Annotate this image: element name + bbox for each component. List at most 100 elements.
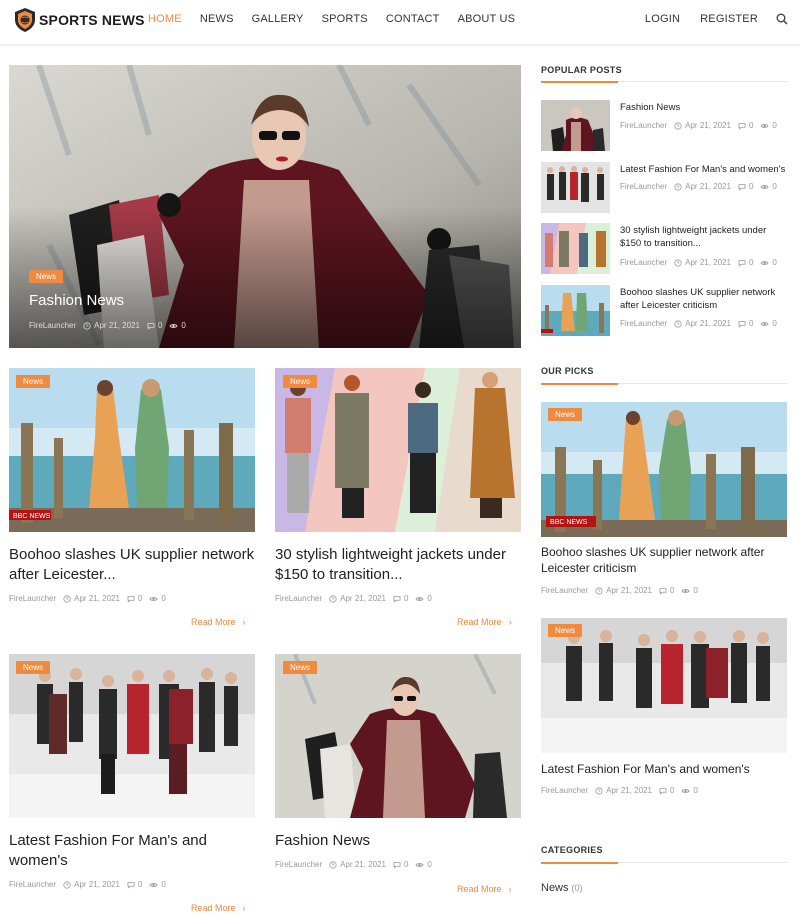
card-image[interactable]: [275, 654, 521, 818]
post-date: Apr 21, 2021: [685, 182, 731, 191]
pick-badge[interactable]: News: [548, 624, 583, 637]
popular-post-title[interactable]: Boohoo slashes UK supplier network after…: [620, 286, 788, 312]
register-link[interactable]: REGISTER: [700, 13, 758, 25]
login-link[interactable]: LOGIN: [645, 13, 680, 25]
clock-icon: [674, 122, 682, 130]
nav-contact[interactable]: CONTACT: [386, 13, 440, 25]
card-title[interactable]: Fashion News: [275, 831, 521, 851]
pick-meta: FireLauncher Apr 21, 2021 0 0: [541, 786, 698, 795]
popular-post-title[interactable]: 30 stylish lightweight jackets under $15…: [620, 224, 780, 250]
pick-image[interactable]: [541, 618, 787, 753]
card-badge[interactable]: News: [283, 661, 318, 674]
popular-thumb[interactable]: [541, 162, 610, 213]
chevron-right-icon: ›: [242, 903, 246, 913]
post-date: Apr 21, 2021: [606, 786, 652, 795]
card-title[interactable]: 30 stylish lightweight jackets under $15…: [275, 545, 525, 585]
read-more-link[interactable]: Read More ›: [191, 617, 246, 627]
post-date: Apr 21, 2021: [74, 880, 120, 889]
card-badge[interactable]: News: [16, 375, 51, 388]
author-name[interactable]: FireLauncher: [620, 258, 667, 267]
read-more-label: Read More: [457, 884, 502, 894]
view-count: 0: [181, 321, 186, 330]
category-count: (0): [571, 883, 583, 893]
author-name[interactable]: FireLauncher: [9, 880, 56, 889]
nav-news[interactable]: NEWS: [200, 13, 234, 25]
eye-icon: [760, 320, 769, 328]
pick-badge[interactable]: News: [548, 408, 583, 421]
view-count: 0: [161, 880, 166, 889]
popular-post-title[interactable]: Latest Fashion For Man's and women's: [620, 163, 788, 176]
author-name[interactable]: FireLauncher: [620, 182, 667, 191]
comment-count: 0: [748, 258, 754, 267]
nav-gallery[interactable]: GALLERY: [252, 13, 304, 25]
eye-icon: [681, 787, 690, 795]
site-logo[interactable]: SPORTS NEWS: [14, 6, 145, 34]
pick-image[interactable]: BBC NEWS: [541, 402, 787, 537]
author-name[interactable]: FireLauncher: [541, 586, 588, 595]
popular-post-meta: FireLauncher Apr 21, 2021 0 0: [620, 182, 777, 191]
read-more-link[interactable]: Read More ›: [457, 617, 512, 627]
chevron-right-icon: ›: [242, 617, 246, 627]
popular-thumb[interactable]: [541, 285, 610, 336]
post-date: Apr 21, 2021: [685, 319, 731, 328]
popular-post-title[interactable]: Fashion News: [620, 101, 788, 114]
nav-home[interactable]: HOME: [148, 13, 182, 25]
card-image[interactable]: [9, 654, 255, 818]
card-meta: FireLauncher Apr 21, 2021 0 0: [275, 860, 432, 869]
author-name[interactable]: FireLauncher: [620, 121, 667, 130]
card-image[interactable]: BBC NEWS: [9, 368, 255, 532]
category-item[interactable]: News (0): [541, 882, 583, 894]
author-name[interactable]: FireLauncher: [620, 319, 667, 328]
comment-icon: [659, 587, 667, 595]
author-name[interactable]: FireLauncher: [275, 860, 322, 869]
comment-icon: [127, 881, 135, 889]
eye-icon: [760, 183, 769, 191]
popular-posts-heading: POPULAR POSTS: [541, 65, 622, 75]
bbc-news-text: BBC NEWS: [550, 519, 588, 526]
nav-sports[interactable]: SPORTS: [322, 13, 368, 25]
comment-count: 0: [157, 321, 163, 330]
comment-count: 0: [137, 880, 143, 889]
card-badge[interactable]: News: [16, 661, 51, 674]
featured-badge[interactable]: News: [29, 270, 64, 283]
card-title[interactable]: Boohoo slashes UK supplier network after…: [9, 545, 255, 585]
view-count: 0: [161, 594, 166, 603]
post-date: Apr 21, 2021: [340, 594, 386, 603]
view-count: 0: [693, 586, 698, 595]
comment-icon: [738, 122, 746, 130]
author-name[interactable]: FireLauncher: [29, 321, 76, 330]
read-more-link[interactable]: Read More ›: [457, 884, 512, 894]
view-count: 0: [772, 121, 777, 130]
post-date: Apr 21, 2021: [606, 586, 652, 595]
clock-icon: [674, 259, 682, 267]
logo-text: SPORTS NEWS: [39, 12, 145, 28]
view-count: 0: [427, 860, 432, 869]
site-header: SPORTS NEWS HOME NEWS GALLERY SPORTS CON…: [0, 0, 800, 44]
author-name[interactable]: FireLauncher: [275, 594, 322, 603]
pick-title[interactable]: Latest Fashion For Man's and women's: [541, 761, 791, 777]
comment-count: 0: [669, 786, 675, 795]
eye-icon: [681, 587, 690, 595]
author-name[interactable]: FireLauncher: [541, 786, 588, 795]
popular-thumb[interactable]: [541, 223, 610, 274]
popular-thumb[interactable]: [541, 100, 610, 151]
author-name[interactable]: FireLauncher: [9, 594, 56, 603]
clock-icon: [329, 595, 337, 603]
nav-about-us[interactable]: ABOUT US: [458, 13, 516, 25]
read-more-link[interactable]: Read More ›: [191, 903, 246, 913]
card-image[interactable]: [275, 368, 521, 532]
popular-post-meta: FireLauncher Apr 21, 2021 0 0: [620, 319, 777, 328]
comment-count: 0: [403, 594, 409, 603]
popular-post-meta: FireLauncher Apr 21, 2021 0 0: [620, 258, 777, 267]
featured-meta: FireLauncher Apr 21, 2021 0 0: [29, 321, 186, 330]
post-date: Apr 21, 2021: [685, 121, 731, 130]
view-count: 0: [427, 594, 432, 603]
search-icon[interactable]: [776, 13, 788, 25]
pick-title[interactable]: Boohoo slashes UK supplier network after…: [541, 544, 791, 576]
heading-divider: [541, 862, 787, 864]
featured-title[interactable]: Fashion News: [29, 292, 124, 309]
card-title[interactable]: Latest Fashion For Man's and women's: [9, 831, 239, 871]
categories-heading: CATEGORIES: [541, 845, 603, 855]
card-badge[interactable]: News: [283, 375, 318, 388]
comment-count: 0: [748, 121, 754, 130]
